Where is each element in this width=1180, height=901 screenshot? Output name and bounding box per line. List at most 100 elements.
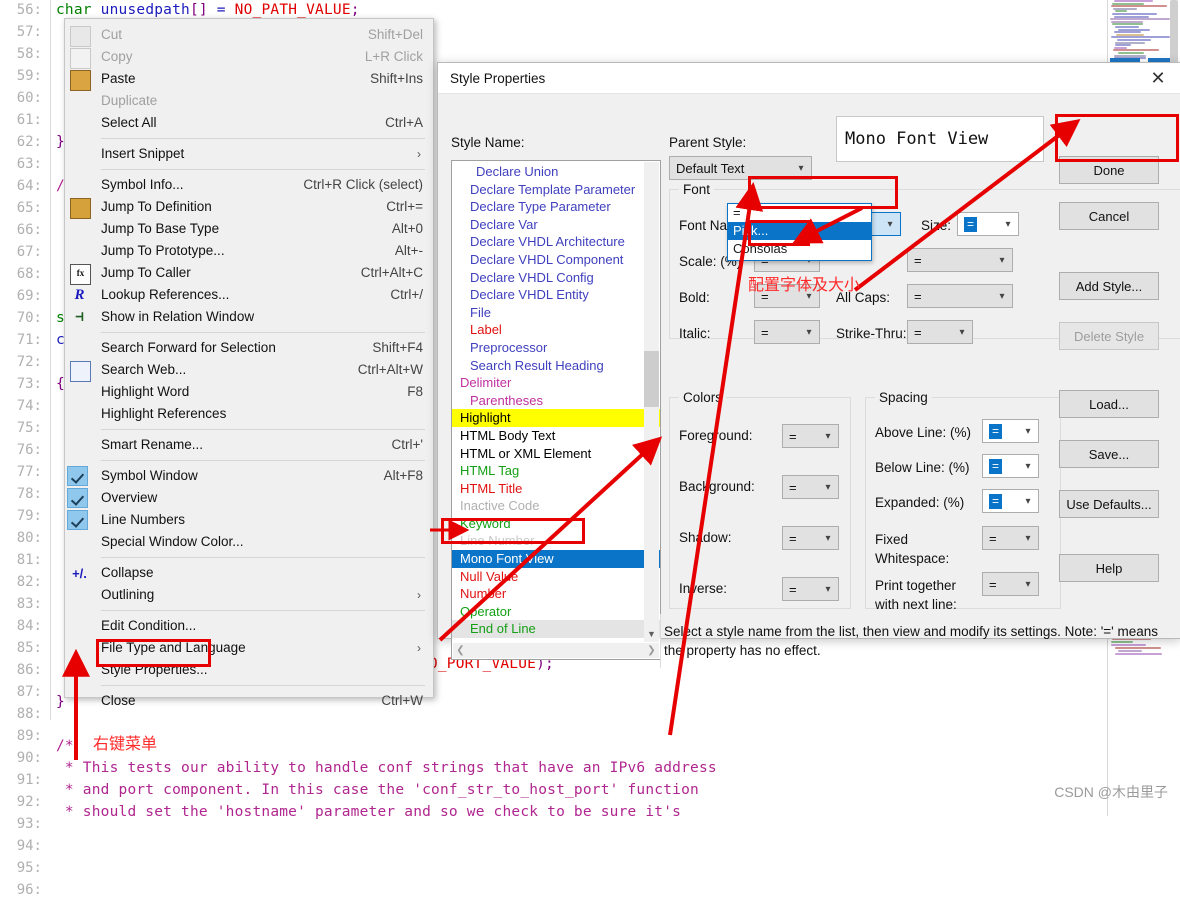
font-italic-combo[interactable]: = ▾ bbox=[754, 320, 820, 344]
button-load[interactable]: Load... bbox=[1059, 390, 1159, 418]
style-list-item[interactable]: Declare VHDL Architecture bbox=[452, 233, 660, 251]
menu-item-highlight-references[interactable]: Highlight References bbox=[65, 403, 433, 425]
spacing-combo-3[interactable]: = ▾ bbox=[982, 526, 1039, 550]
menu-item-highlight-word[interactable]: Highlight Word F8 bbox=[65, 381, 433, 403]
menu-item-special-window-color[interactable]: Special Window Color... bbox=[65, 531, 433, 553]
font-size-combo[interactable]: = ▾ bbox=[957, 212, 1019, 236]
menu-item-copy: Copy L+R Click bbox=[65, 46, 433, 69]
line-number: 66: bbox=[16, 222, 42, 238]
menu-item-select-all[interactable]: Select All Ctrl+A bbox=[65, 112, 433, 134]
style-list-item[interactable]: Declare Template Parameter bbox=[452, 181, 660, 199]
button-help[interactable]: Help bbox=[1059, 554, 1159, 582]
scroll-left-icon[interactable]: ❮ bbox=[453, 643, 468, 658]
menu-item-overview[interactable]: Overview bbox=[65, 487, 433, 509]
style-list-item[interactable]: Inactive Code bbox=[452, 497, 660, 515]
line-number: 92: bbox=[16, 794, 42, 810]
menu-item-line-numbers[interactable]: Line Numbers bbox=[65, 509, 433, 531]
style-list-item[interactable]: HTML Body Text bbox=[452, 427, 660, 445]
highlight-box-style-properties bbox=[96, 639, 211, 667]
style-list-item[interactable]: HTML Title bbox=[452, 480, 660, 498]
style-list-vscroll-thumb[interactable] bbox=[644, 351, 659, 407]
style-list-item[interactable]: HTML or XML Element bbox=[452, 445, 660, 463]
style-list-item[interactable]: Operator bbox=[452, 603, 660, 621]
style-list-item[interactable]: Declare VHDL Component bbox=[452, 251, 660, 269]
style-list-item[interactable]: HTML Tag bbox=[452, 462, 660, 480]
watermark: CSDN @木由里子 bbox=[1054, 784, 1168, 800]
style-list-item[interactable]: Declare Type Parameter bbox=[452, 198, 660, 216]
menu-item-symbol-info[interactable]: Symbol Info... Ctrl+R Click (select) bbox=[65, 174, 433, 196]
style-list-item[interactable]: End of Line bbox=[452, 620, 660, 639]
highlight-box-pick bbox=[748, 220, 810, 246]
menu-item-shortcut: Ctrl+Alt+C bbox=[360, 265, 423, 280]
spacing-combo-1[interactable]: = ▾ bbox=[982, 454, 1039, 478]
spacing-combo-4[interactable]: = ▾ bbox=[982, 572, 1039, 596]
font-strike-combo[interactable]: = ▾ bbox=[907, 320, 973, 344]
editor-context-menu[interactable]: Cut Shift+Del Copy L+R Click Paste Shift+Ins D… bbox=[64, 18, 434, 708]
close-icon[interactable]: ✕ bbox=[1136, 64, 1180, 93]
minimap-line bbox=[1113, 0, 1153, 2]
font-allcaps-combo[interactable]: = ▾ bbox=[907, 284, 1013, 308]
spacing-value: = bbox=[989, 576, 997, 592]
color-combo-background[interactable]: = ▾ bbox=[782, 475, 839, 499]
style-list-item[interactable]: Declare Union bbox=[452, 163, 660, 181]
menu-item-outlining[interactable]: Outlining › bbox=[65, 584, 433, 606]
menu-item-edit-condition[interactable]: Edit Condition... bbox=[65, 615, 433, 637]
button-add-style[interactable]: Add Style... bbox=[1059, 272, 1159, 300]
style-list-item[interactable]: Declare VHDL Config bbox=[452, 269, 660, 287]
color-combo-foreground[interactable]: = ▾ bbox=[782, 424, 839, 448]
line-number: 89: bbox=[16, 728, 42, 744]
style-list-item[interactable]: Preprocessor bbox=[452, 339, 660, 357]
menu-item-search-web[interactable]: Search Web... Ctrl+Alt+W bbox=[65, 359, 433, 382]
style-list-item[interactable]: Label bbox=[452, 321, 660, 339]
style-list-item[interactable]: Mono Font View bbox=[452, 550, 660, 568]
style-list-item[interactable]: Highlight bbox=[452, 409, 660, 427]
font-group-title: Font bbox=[679, 182, 715, 197]
style-list-item[interactable]: Search Result Heading bbox=[452, 357, 660, 375]
style-list-item[interactable]: Declare Var bbox=[452, 216, 660, 234]
menu-item-search-forward-for-selection[interactable]: Search Forward for Selection Shift+F4 bbox=[65, 337, 433, 359]
scroll-right-icon[interactable]: ❯ bbox=[644, 643, 659, 658]
line-number: 81: bbox=[16, 552, 42, 568]
menu-item-lookup-references[interactable]: R Lookup References... Ctrl+/ bbox=[65, 284, 433, 306]
line-number: 79: bbox=[16, 508, 42, 524]
font-underline-combo[interactable]: = ▾ bbox=[907, 248, 1013, 272]
menu-item-close[interactable]: Close Ctrl+W bbox=[65, 690, 433, 712]
color-combo-inverse[interactable]: = ▾ bbox=[782, 577, 839, 601]
spacing-combo-2[interactable]: = ▾ bbox=[982, 489, 1039, 513]
style-list-item[interactable]: Parentheses bbox=[452, 392, 660, 410]
menu-item-jump-to-caller[interactable]: fx Jump To Caller Ctrl+Alt+C bbox=[65, 262, 433, 285]
chevron-down-icon: ▾ bbox=[1025, 532, 1031, 544]
button-save[interactable]: Save... bbox=[1059, 440, 1159, 468]
menu-item-symbol-window[interactable]: Symbol Window Alt+F8 bbox=[65, 465, 433, 487]
style-list-hscrollbar[interactable]: ❮ ❯ bbox=[453, 643, 659, 658]
chevron-down-icon: ▾ bbox=[887, 218, 893, 230]
style-list-item[interactable]: Delimiter bbox=[452, 374, 660, 392]
relation-window-icon: ⊣ bbox=[75, 309, 84, 325]
button-use-defaults[interactable]: Use Defaults... bbox=[1059, 490, 1159, 518]
color-combo-shadow[interactable]: = ▾ bbox=[782, 526, 839, 550]
menu-item-label: Copy bbox=[101, 49, 133, 64]
button-cancel[interactable]: Cancel bbox=[1059, 202, 1159, 230]
dialog-hint-text: Select a style name from the list, then … bbox=[664, 624, 1159, 658]
scroll-down-icon[interactable]: ▼ bbox=[644, 627, 659, 642]
menu-item-show-in-relation-window[interactable]: ⊣ Show in Relation Window bbox=[65, 306, 433, 328]
menu-item-label: Collapse bbox=[101, 565, 154, 580]
menu-item-jump-to-prototype[interactable]: Jump To Prototype... Alt+- bbox=[65, 240, 433, 262]
font-bold-label: Bold: bbox=[679, 290, 710, 305]
menu-item-paste[interactable]: Paste Shift+Ins bbox=[65, 68, 433, 91]
style-list-item[interactable]: File bbox=[452, 304, 660, 322]
style-list-item[interactable]: Declare VHDL Entity bbox=[452, 286, 660, 304]
chevron-down-icon: ▾ bbox=[798, 162, 804, 174]
style-list-item[interactable]: Number bbox=[452, 585, 660, 603]
spacing-combo-0[interactable]: = ▾ bbox=[982, 419, 1039, 443]
style-name-list[interactable]: Declare Union Declare Template Parameter D… bbox=[451, 160, 661, 660]
style-list-item[interactable]: Null Value bbox=[452, 568, 660, 586]
menu-item-jump-to-base-type[interactable]: Jump To Base Type Alt+0 bbox=[65, 218, 433, 240]
chevron-down-icon: ▾ bbox=[1025, 495, 1031, 507]
menu-item-collapse[interactable]: +/. Collapse bbox=[65, 562, 433, 584]
menu-item-insert-snippet[interactable]: Insert Snippet › bbox=[65, 143, 433, 165]
menu-item-smart-rename[interactable]: Smart Rename... Ctrl+' bbox=[65, 434, 433, 456]
dialog-title: Style Properties bbox=[450, 70, 546, 86]
spacing-label-2: Expanded: (%) bbox=[875, 495, 965, 510]
menu-item-jump-to-definition[interactable]: Jump To Definition Ctrl+= bbox=[65, 196, 433, 219]
